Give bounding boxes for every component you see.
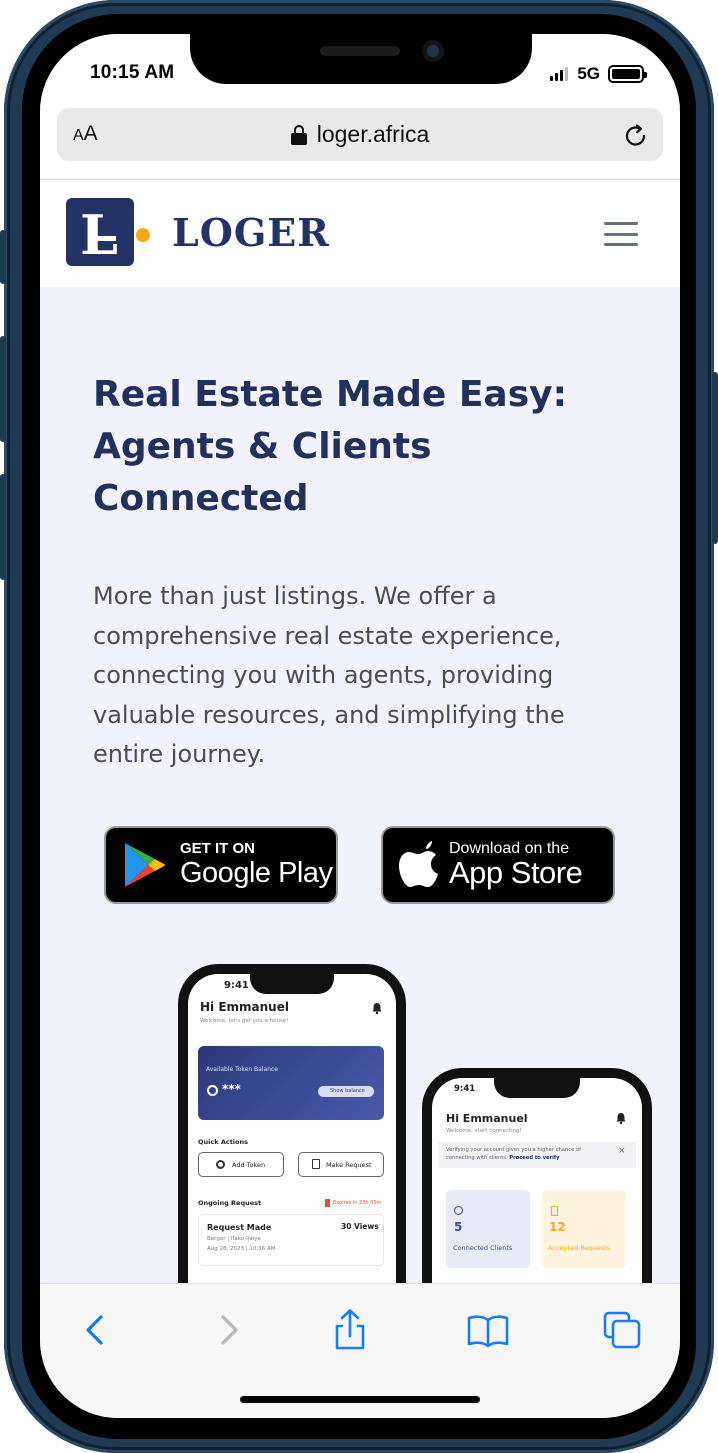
apple-icon xyxy=(399,841,438,887)
side-button xyxy=(0,336,6,442)
add-token-icon xyxy=(216,1160,225,1169)
status-bar: 10:15 AM 5G xyxy=(40,34,680,108)
google-play-big-text: Google Play xyxy=(180,857,333,889)
signal-icon xyxy=(550,67,569,81)
ongoing-request-label: Ongoing Request xyxy=(198,1199,262,1207)
google-play-icon xyxy=(125,843,165,887)
url-display[interactable]: loger.africa xyxy=(57,121,663,148)
stat2-label: Accepted Requests xyxy=(548,1244,611,1252)
bookmarks-icon[interactable] xyxy=(466,1308,510,1352)
hero-title: Real Estate Made Easy: Agents & Clients … xyxy=(93,374,567,519)
logo-mark: L xyxy=(66,198,150,266)
stat-card-requests: 12 Accepted Requests xyxy=(542,1190,626,1268)
side-button xyxy=(0,230,6,284)
make-request-label: Make Request xyxy=(326,1161,372,1169)
token-icon xyxy=(207,1085,218,1096)
request-icon xyxy=(312,1159,320,1169)
bell-icon xyxy=(372,1003,382,1014)
request-views: 30 Views xyxy=(341,1222,379,1231)
request-date: Aug 28, 2023 | 10:36 AM xyxy=(207,1246,276,1252)
network-type: 5G xyxy=(577,64,600,83)
back-icon[interactable] xyxy=(74,1308,118,1352)
tabs-icon[interactable] xyxy=(600,1308,644,1352)
expires-text: Expires in 23h 05m xyxy=(333,1200,382,1206)
mockup-right-greeting: Hi Emmanuel xyxy=(446,1112,528,1125)
mockup-left-welcome: Welcome, let's get you a house! xyxy=(200,1018,289,1024)
clients-icon xyxy=(454,1206,463,1215)
notch xyxy=(190,34,532,84)
bell-icon xyxy=(616,1113,626,1124)
side-button xyxy=(0,474,6,580)
side-button xyxy=(712,372,718,544)
stat1-label: Connected Clients xyxy=(453,1244,513,1252)
request-card: Request Made 30 Views Berger | Ifako-Ija… xyxy=(198,1214,384,1266)
url-text: loger.africa xyxy=(316,121,430,147)
stat-card-clients: 5 Connected Clients xyxy=(446,1190,530,1268)
logo-letter: L xyxy=(80,203,118,266)
home-indicator[interactable] xyxy=(240,1396,480,1403)
app-store-big-text: App Store xyxy=(449,855,583,890)
google-play-button[interactable]: GET IT ON Google Play xyxy=(104,826,338,904)
token-card: Available Token Balance *** Show balance xyxy=(198,1046,384,1120)
stat1-value: 5 xyxy=(454,1220,463,1234)
verify-link: Proceed to verify xyxy=(509,1155,560,1161)
show-balance: Show balance xyxy=(330,1088,365,1094)
hamburger-menu-icon[interactable] xyxy=(604,222,638,246)
status-time: 10:15 AM xyxy=(90,62,175,83)
address-bar[interactable]: AA loger.africa xyxy=(57,108,663,161)
status-indicators: 5G xyxy=(550,64,647,84)
site-logo[interactable]: L LOGER xyxy=(66,198,330,266)
request-location: Berger | Ifako-Ijaiye xyxy=(207,1236,261,1242)
app-mockup-left: 9:41 Hi Emmanuel Welcome, let's get you … xyxy=(178,964,406,1283)
quick-actions-label: Quick Actions xyxy=(198,1138,249,1146)
share-icon[interactable] xyxy=(328,1308,372,1352)
add-token-label: Add Token xyxy=(232,1161,266,1169)
verify-text: Verifying your account gives you a highe… xyxy=(446,1146,610,1162)
browser-toolbar xyxy=(40,1283,680,1418)
request-title: Request Made xyxy=(207,1223,272,1232)
front-camera xyxy=(422,40,444,62)
mockup-left-time: 9:41 xyxy=(224,980,249,991)
google-play-small-text: GET IT ON xyxy=(180,840,255,857)
phone-screen: 10:15 AM 5G AA loger.africa L LOGER Real… xyxy=(40,34,680,1418)
reload-icon[interactable] xyxy=(621,120,651,150)
token-value: *** xyxy=(222,1082,241,1096)
speaker xyxy=(320,46,400,56)
site-header: L LOGER xyxy=(40,180,680,287)
mockup-right-welcome: Welcome, start connecting! xyxy=(446,1128,522,1134)
brand-name: LOGER xyxy=(172,209,330,255)
hero-section: Real Estate Made Easy: Agents & Clients … xyxy=(40,287,680,1283)
battery-icon xyxy=(608,65,647,83)
hero-subtitle: More than just listings. We offer a comp… xyxy=(93,582,565,768)
token-label: Available Token Balance xyxy=(206,1066,278,1073)
app-store-button[interactable]: Download on the App Store xyxy=(381,826,615,904)
logo-dot xyxy=(136,228,150,242)
mockup-right-time: 9:41 xyxy=(454,1084,476,1094)
app-mockup-right: 9:41 Hi Emmanuel Welcome, start connecti… xyxy=(422,1068,652,1283)
forward-icon[interactable] xyxy=(206,1308,250,1352)
mockup-left-greeting: Hi Emmanuel xyxy=(200,1000,289,1014)
verify-close-icon: × xyxy=(618,1146,626,1156)
stat2-value: 12 xyxy=(549,1220,566,1234)
requests-icon xyxy=(551,1206,558,1216)
hourglass-icon xyxy=(325,1199,330,1207)
lock-icon xyxy=(290,124,307,145)
